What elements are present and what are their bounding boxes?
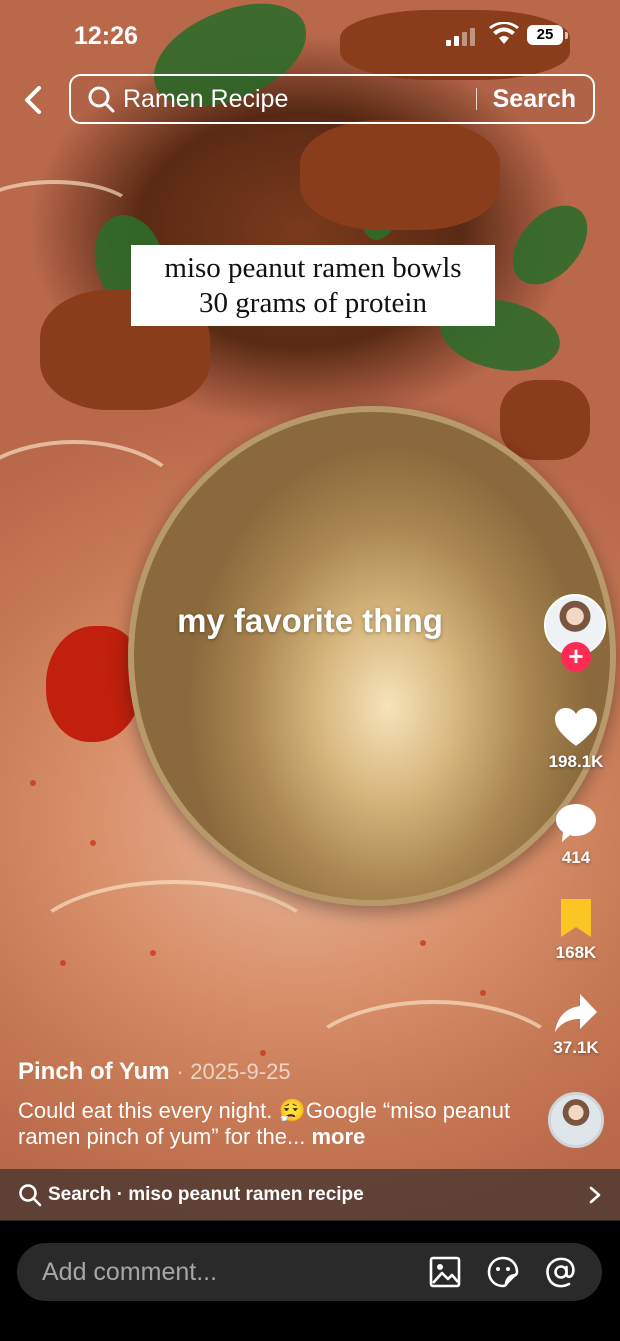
image-icon[interactable] <box>428 1255 462 1289</box>
share-arrow-icon <box>555 994 597 1032</box>
chevron-right-icon <box>589 1186 601 1204</box>
status-bar: 12:26 25 <box>0 0 620 74</box>
post-info: Pinch of Yum · 2025-9-25 Could eat this … <box>18 1058 538 1150</box>
comment-count: 414 <box>561 848 591 867</box>
chili-flake <box>480 990 486 996</box>
chili-flake <box>420 940 426 946</box>
comment-bubble-icon <box>556 804 596 842</box>
like-count: 198.1K <box>548 752 604 771</box>
follow-button[interactable]: + <box>561 642 591 672</box>
music-disc-avatar[interactable] <box>548 1092 604 1148</box>
chevron-left-icon <box>25 86 41 114</box>
related-search-bar[interactable]: Search · miso peanut ramen recipe <box>0 1169 620 1221</box>
search-button[interactable]: Search <box>493 85 576 114</box>
noodle <box>20 880 328 1028</box>
chili-flake <box>30 780 36 786</box>
mention-icon[interactable] <box>544 1255 578 1289</box>
back-button[interactable] <box>18 82 48 118</box>
wifi-icon <box>489 22 519 44</box>
save-count: 168K <box>555 943 597 962</box>
author-name[interactable]: Pinch of Yum <box>18 1058 170 1085</box>
crispy-topping <box>300 120 500 230</box>
status-time: 12:26 <box>74 22 138 50</box>
chili-flake <box>260 1050 266 1056</box>
caption-line-2: 30 grams of protein <box>199 287 427 319</box>
share-button[interactable]: 37.1K <box>540 992 612 1058</box>
search-icon <box>88 86 115 113</box>
related-search-label: Search · miso peanut ramen recipe <box>48 1184 364 1205</box>
chili-flake <box>150 950 156 956</box>
comment-input[interactable]: Add comment... <box>17 1243 602 1301</box>
save-button[interactable]: 168K <box>540 897 612 963</box>
caption-line-1: miso peanut ramen bowls <box>164 252 462 284</box>
like-button[interactable]: 198.1K <box>540 706 612 772</box>
comment-button[interactable]: 414 <box>540 802 612 868</box>
crispy-topping <box>500 380 590 460</box>
chili-flake <box>90 840 96 846</box>
heart-icon <box>555 708 597 746</box>
comment-placeholder: Add comment... <box>42 1257 218 1286</box>
description-text: Could eat this every night. 😮‍💨Google “m… <box>18 1098 511 1149</box>
more-link[interactable]: more <box>311 1124 365 1149</box>
search-query[interactable]: Ramen Recipe <box>123 85 476 114</box>
author-line: Pinch of Yum · 2025-9-25 <box>18 1058 538 1086</box>
video-caption-box: miso peanut ramen bowls 30 grams of prot… <box>131 245 495 326</box>
search-divider <box>475 88 477 110</box>
post-date: 2025-9-25 <box>190 1059 291 1084</box>
search-icon <box>19 1184 42 1207</box>
chili-flake <box>60 960 66 966</box>
share-count: 37.1K <box>553 1038 599 1057</box>
post-description[interactable]: Could eat this every night. 😮‍💨Google “m… <box>18 1098 538 1150</box>
herb-garnish <box>501 191 599 299</box>
bookmark-icon <box>561 899 591 937</box>
meta-separator: · <box>176 1059 184 1084</box>
sticker-icon[interactable] <box>486 1255 520 1289</box>
search-bar[interactable]: Ramen Recipe Search <box>69 74 595 124</box>
battery-indicator: 25 <box>527 25 568 45</box>
video-overlay-text: my favorite thing <box>177 602 443 639</box>
cellular-signal-icon <box>446 28 475 46</box>
